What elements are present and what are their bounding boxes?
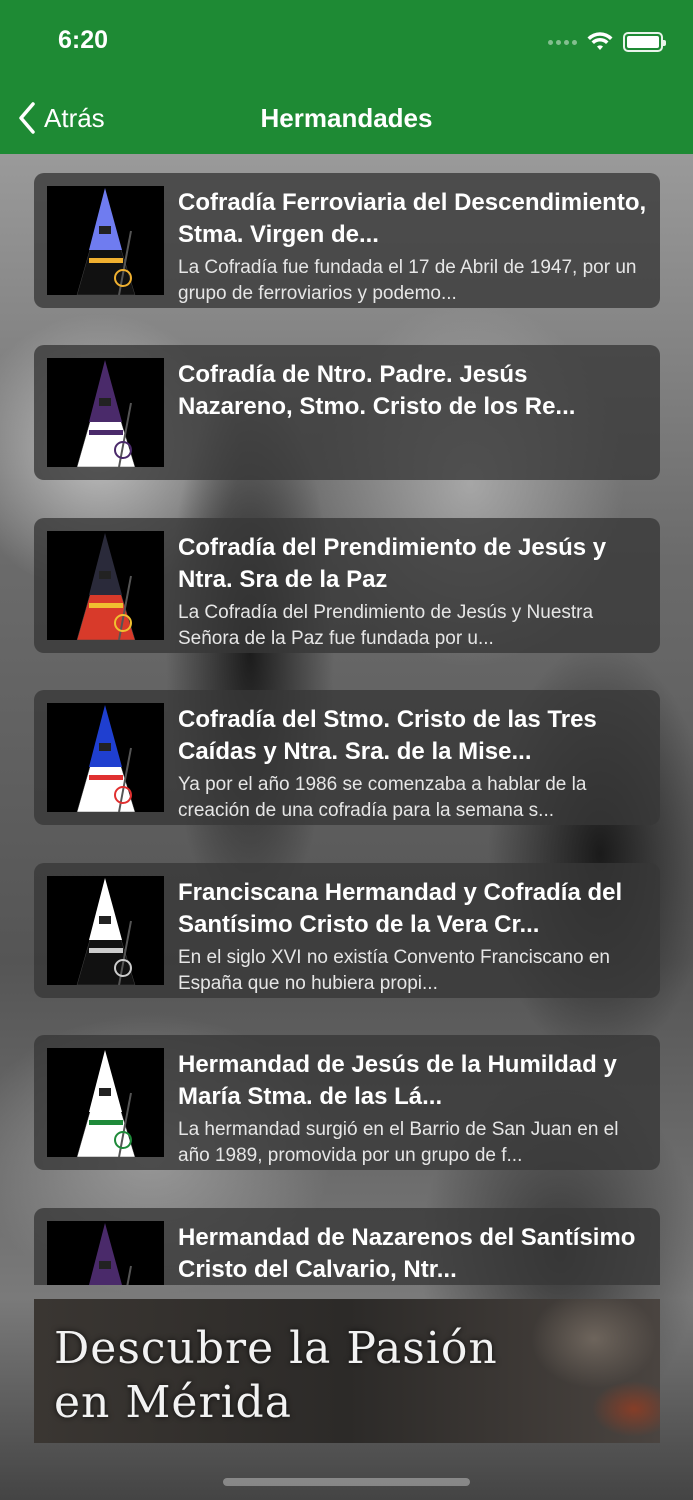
list-item[interactable]: Cofradía de Ntro. Padre. Jesús Nazareno,… [34,345,660,480]
item-description: Ya por el año 1986 se comenzaba a hablar… [178,774,587,821]
item-description: La hermandad surgió en el Barrio de San … [178,1119,619,1166]
item-description: En el siglo XVI no existía Convento Fran… [178,947,610,994]
wifi-icon [587,32,613,50]
nazareno-thumbnail [47,1221,164,1285]
nazareno-thumbnail [47,358,164,467]
item-title: Cofradía del Stmo. Cristo de las Tres Ca… [178,706,597,765]
item-description: La Cofradía fue fundada el 17 de Abril d… [178,257,637,304]
nazareno-thumbnail [47,186,164,295]
promo-banner[interactable]: Descubre la Pasión en Mérida [34,1299,660,1443]
page-title: Hermandades [260,103,433,133]
navigation-header: 6:20 Atrás Hermandades [0,0,693,154]
list-item[interactable]: Cofradía Ferroviaria del Descendimiento,… [34,173,660,308]
nazareno-thumbnail [47,531,164,640]
list-item[interactable]: Cofradía del Stmo. Cristo de las Tres Ca… [34,690,660,825]
list-item[interactable]: Cofradía del Prendimiento de Jesús y Ntr… [34,518,660,653]
nazareno-thumbnail [47,703,164,812]
nazareno-thumbnail [47,876,164,985]
item-title: Cofradía del Prendimiento de Jesús y Ntr… [178,534,607,593]
banner-line-2: en Mérida [54,1377,292,1428]
signal-icon [548,39,577,45]
nazareno-thumbnail [47,1048,164,1157]
item-title: Cofradía de Ntro. Padre. Jesús Nazareno,… [178,361,576,420]
banner-line-1: Descubre la Pasión [54,1323,498,1374]
status-icons [548,30,666,54]
item-title: Franciscana Hermandad y Cofradía del San… [178,879,623,938]
list-item[interactable]: Hermandad de Jesús de la Humildad y Marí… [34,1035,660,1170]
brotherhood-list[interactable]: Cofradía Ferroviaria del Descendimiento,… [34,173,660,1285]
item-title: Cofradía Ferroviaria del Descendimiento,… [178,189,647,248]
item-description: La Cofradía del Prendimiento de Jesús y … [178,602,594,649]
home-indicator [223,1478,470,1486]
battery-icon [623,32,666,52]
status-time: 6:20 [58,26,109,54]
item-title: Hermandad de Jesús de la Humildad y Marí… [178,1051,617,1110]
item-title: Hermandad de Nazarenos del Santísimo Cri… [178,1224,636,1283]
list-item[interactable]: Franciscana Hermandad y Cofradía del San… [34,863,660,998]
list-item[interactable]: Hermandad de Nazarenos del Santísimo Cri… [34,1208,660,1285]
